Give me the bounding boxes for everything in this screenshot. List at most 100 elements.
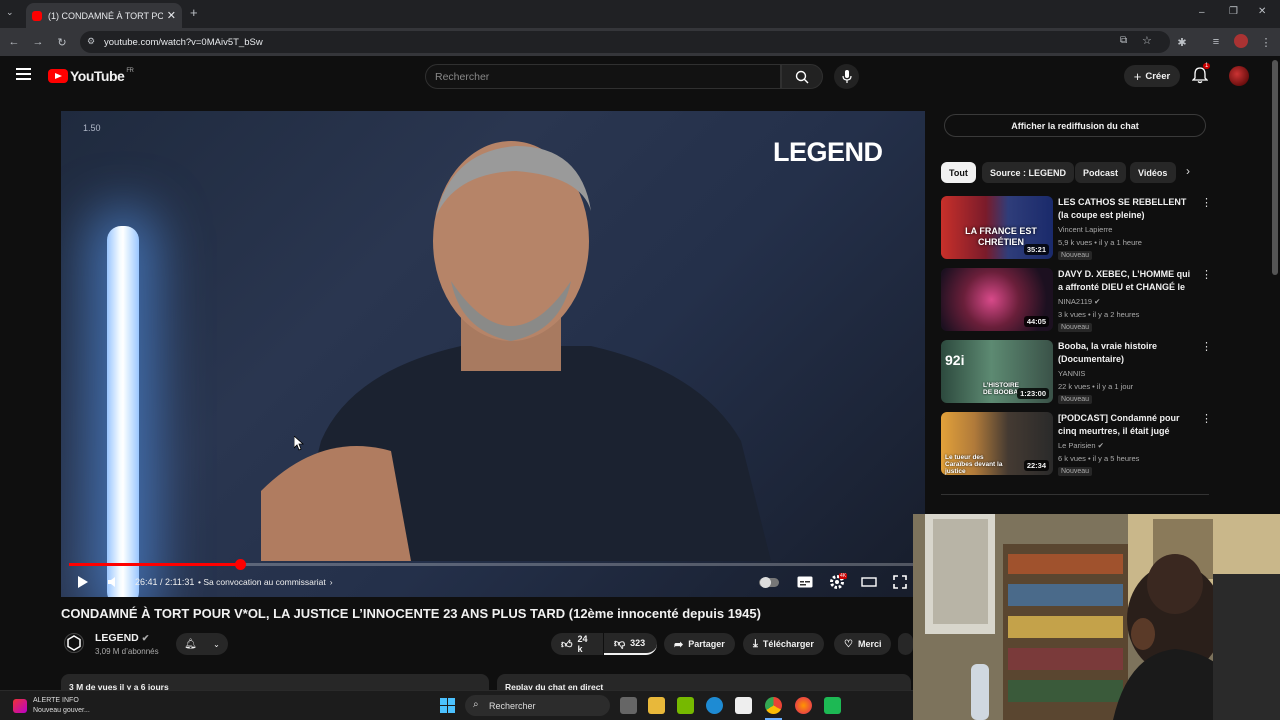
- settings-button[interactable]: 4K: [829, 570, 848, 594]
- rec-title[interactable]: DAVY D. XEBEC, L’HOMME qui a affronté DI…: [1058, 268, 1193, 295]
- chips-next-chevron-right-icon[interactable]: ›: [1186, 164, 1190, 178]
- page-scrollbar[interactable]: [1272, 60, 1278, 275]
- thumbnail-logo-text: 92i: [945, 352, 965, 368]
- notifications-button[interactable]: 1: [1191, 63, 1212, 86]
- news-widget-icon[interactable]: [13, 699, 27, 713]
- taskbar-search[interactable]: ⌕ Rechercher: [465, 695, 610, 716]
- voice-search-button[interactable]: [834, 64, 859, 89]
- extensions-icon[interactable]: ✱: [1172, 28, 1192, 56]
- reload-icon[interactable]: ↻: [52, 28, 72, 56]
- edge-icon[interactable]: [706, 697, 723, 714]
- dislike-button[interactable]: 👎︎ 323: [604, 633, 657, 655]
- nvidia-icon[interactable]: [677, 697, 694, 714]
- play-button[interactable]: [77, 570, 89, 594]
- rec-channel[interactable]: NINA2119 ✔: [1058, 297, 1100, 306]
- video-thumbnail[interactable]: LA FRANCE EST CHRÉTIEN 35:21: [941, 196, 1053, 259]
- create-button[interactable]: + Créer: [1124, 65, 1180, 87]
- more-options-icon[interactable]: ⋮: [1201, 340, 1212, 353]
- forward-icon[interactable]: →: [28, 28, 48, 56]
- menu-icon[interactable]: ⋮: [1256, 28, 1276, 56]
- windows-start-icon[interactable]: [440, 698, 456, 714]
- create-label: Créer: [1145, 70, 1171, 82]
- search-input[interactable]: Rechercher: [425, 64, 781, 89]
- close-tab-icon[interactable]: ✕: [167, 9, 176, 22]
- close-window-icon[interactable]: ✕: [1258, 6, 1266, 17]
- recommendation-item[interactable]: 92i L’HISTOIRE DE BOOBA 1:23:00 Booba, l…: [941, 340, 1212, 406]
- chip-all[interactable]: Tout: [941, 162, 976, 183]
- chip-videos[interactable]: Vidéos: [1130, 162, 1176, 183]
- chevron-down-icon: ⌄: [213, 639, 220, 649]
- fullscreen-button[interactable]: [893, 570, 907, 594]
- news-widget[interactable]: ALERTE INFO Nouveau gouver...: [33, 696, 90, 716]
- back-icon[interactable]: ←: [4, 28, 24, 56]
- minimize-icon[interactable]: –: [1199, 7, 1205, 18]
- site-info-icon[interactable]: ⚙: [87, 36, 95, 47]
- rec-title[interactable]: Booba, la vraie histoire (Documentaire): [1058, 340, 1193, 366]
- channel-avatar[interactable]: [64, 633, 84, 653]
- app-icon[interactable]: [824, 697, 841, 714]
- new-badge: Nouveau: [1058, 251, 1093, 260]
- more-options-icon[interactable]: ⋮: [1201, 196, 1212, 209]
- autoplay-toggle-icon: [759, 576, 779, 588]
- more-options-icon[interactable]: ⋮: [1201, 412, 1212, 425]
- subtitles-button[interactable]: [797, 570, 813, 594]
- profile-avatar[interactable]: [1234, 34, 1248, 48]
- chip-source-legend[interactable]: Source : LEGEND: [982, 162, 1075, 183]
- recommendation-item[interactable]: Le tueur des Caraïbes devant la justice …: [941, 412, 1212, 478]
- browser-tab[interactable]: (1) CONDAMNÉ À TORT POUR V ✕: [26, 3, 182, 28]
- address-bar[interactable]: ⚙ youtube.com/watch?v=0MAiv5T_bSw ⧉ ☆: [80, 31, 1170, 53]
- video-thumbnail[interactable]: 44:05: [941, 268, 1053, 331]
- hd-badge: 4K: [839, 573, 848, 579]
- download-button[interactable]: ⤓ Télécharger: [743, 633, 824, 655]
- chrome-icon[interactable]: [765, 697, 782, 714]
- youtube-logo[interactable]: YouTube FR: [48, 68, 134, 84]
- new-badge: Nouveau: [1058, 467, 1093, 476]
- search-button[interactable]: [781, 64, 823, 89]
- new-tab-button[interactable]: +: [190, 5, 198, 20]
- recommendation-item[interactable]: LA FRANCE EST CHRÉTIEN 35:21 LES CATHOS …: [941, 196, 1212, 262]
- restore-icon[interactable]: ❐: [1229, 6, 1238, 17]
- hamburger-menu-icon[interactable]: [16, 68, 31, 80]
- alert-title: ALERTE INFO: [33, 697, 79, 704]
- store-icon[interactable]: [735, 697, 752, 714]
- progress-bar[interactable]: [69, 559, 917, 570]
- neon-light-tube: [107, 226, 139, 597]
- file-explorer-icon[interactable]: [648, 697, 665, 714]
- video-thumbnail[interactable]: 92i L’HISTOIRE DE BOOBA 1:23:00: [941, 340, 1053, 403]
- like-button[interactable]: 👍︎ 24 k: [551, 633, 603, 655]
- chapter-title[interactable]: • Sa convocation au commissariat ›: [198, 570, 333, 594]
- account-avatar[interactable]: [1229, 66, 1249, 86]
- video-player[interactable]: 1.50 LEGEND 26:41 / 2:11:31 • Sa convoca…: [61, 111, 925, 597]
- share-button[interactable]: ➦ Partager: [664, 633, 735, 655]
- rec-channel[interactable]: Le Parisien ✔: [1058, 441, 1104, 450]
- rec-title[interactable]: [PODCAST] Condamné pour cinq meurtres, i…: [1058, 412, 1193, 439]
- autoplay-toggle[interactable]: [759, 570, 779, 594]
- chip-podcast[interactable]: Podcast: [1075, 162, 1127, 183]
- tab-dropdown-icon[interactable]: ⌄: [6, 7, 14, 18]
- task-view-icon[interactable]: [620, 697, 637, 714]
- progress-scrubber[interactable]: [235, 559, 247, 570]
- video-thumbnail[interactable]: Le tueur des Caraïbes devant la justice …: [941, 412, 1053, 475]
- search-icon: [795, 70, 809, 83]
- rec-channel[interactable]: YANNIS: [1058, 369, 1085, 378]
- show-chat-replay-button[interactable]: Afficher la rediffusion du chat: [944, 114, 1206, 137]
- recommendation-item[interactable]: 44:05 DAVY D. XEBEC, L’HOMME qui a affro…: [941, 268, 1212, 334]
- video-duration: 44:05: [1023, 316, 1049, 327]
- rec-title[interactable]: LES CATHOS SE REBELLENT (la coupe est pl…: [1058, 196, 1193, 222]
- more-options-icon[interactable]: ⋮: [1201, 268, 1212, 281]
- more-actions-button[interactable]: [898, 633, 913, 655]
- youtube-wordmark: YouTube: [70, 68, 125, 84]
- channel-name[interactable]: LEGEND ✔: [95, 632, 149, 644]
- rec-channel[interactable]: Vincent Lapierre: [1058, 225, 1112, 234]
- thanks-button[interactable]: ♡ Merci: [834, 633, 892, 655]
- channel-name-label: LEGEND: [95, 632, 139, 644]
- reading-list-icon[interactable]: ≡: [1206, 28, 1226, 56]
- install-icon[interactable]: ⧉: [1120, 35, 1127, 46]
- firefox-icon[interactable]: [795, 697, 812, 714]
- subscription-notifications-button[interactable]: 🔔︎ ⌄: [176, 633, 228, 655]
- volume-button[interactable]: [107, 570, 121, 594]
- theater-mode-button[interactable]: [861, 570, 877, 594]
- star-icon[interactable]: ☆: [1142, 34, 1152, 47]
- volume-icon: [108, 577, 115, 587]
- mouse-cursor-icon: [294, 436, 304, 451]
